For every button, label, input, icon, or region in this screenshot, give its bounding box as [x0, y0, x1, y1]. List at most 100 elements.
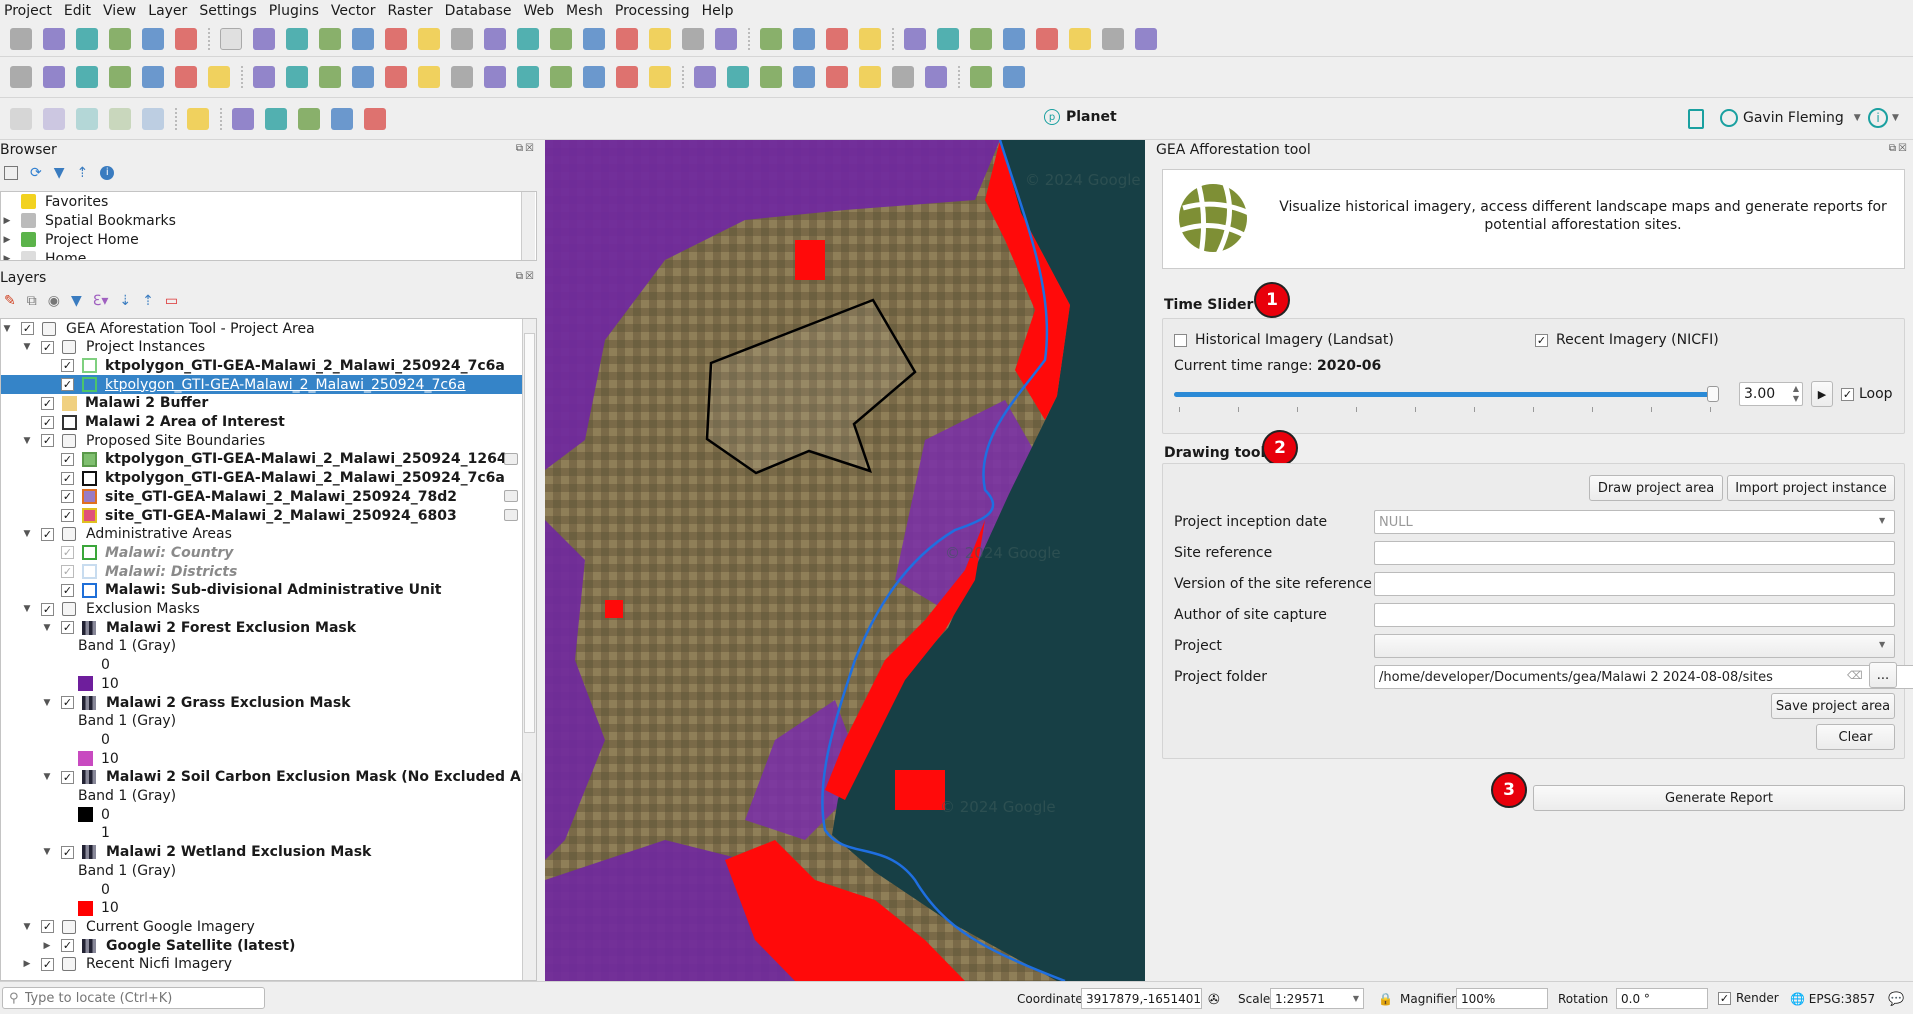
cut-icon[interactable] [517, 66, 539, 88]
paste-icon[interactable] [583, 66, 605, 88]
zoom-next-icon[interactable] [517, 27, 539, 50]
save-project-area-button[interactable]: Save project area [1771, 693, 1895, 719]
menu-mesh[interactable]: Mesh [566, 3, 603, 19]
filter-expression-icon[interactable]: ℇ▾ [93, 293, 109, 309]
checkbox-box[interactable]: ✓ [1841, 387, 1854, 401]
collapse-arrow-icon[interactable]: ▼ [21, 342, 33, 352]
show-bookmarks-icon[interactable] [649, 27, 671, 50]
layer-visibility-checkbox[interactable]: ✓ [61, 471, 74, 485]
advanced-digitize-1-icon[interactable] [10, 107, 32, 130]
time-slider[interactable] [1174, 385, 1719, 412]
change-label-icon[interactable] [892, 66, 914, 88]
show-hide-labels-icon[interactable] [925, 66, 947, 88]
rotation-spinbox[interactable]: 0.0 ° [1616, 988, 1708, 1009]
layer-tree-item[interactable]: ✓ ktpolygon_GTI-GEA-Malawi_2_Malawi_25092… [1, 450, 522, 469]
properties-info-icon[interactable]: i [100, 166, 115, 180]
legend-item[interactable]: 10 [1, 899, 522, 918]
layer-visibility-checkbox[interactable]: ✓ [61, 452, 74, 466]
clear-button[interactable]: Clear [1816, 724, 1895, 750]
browser-item[interactable]: Favorites [1, 192, 108, 211]
filter-icon[interactable]: ▼ [54, 166, 65, 180]
layer-visibility-checkbox[interactable]: ✓ [61, 939, 74, 953]
version-of-the-site-reference-input[interactable] [1374, 572, 1895, 596]
save-project-icon[interactable] [76, 27, 98, 50]
layer-visibility-checkbox[interactable]: ✓ [61, 770, 74, 784]
layer-visibility-checkbox[interactable]: ✓ [21, 322, 34, 335]
layer-visibility-checkbox[interactable]: ✓ [41, 920, 54, 934]
new-project-icon[interactable] [10, 27, 32, 50]
legend-item[interactable]: 10 [1, 674, 522, 693]
select-by-location-icon[interactable] [859, 27, 881, 50]
new-bookmark-icon[interactable] [616, 27, 638, 50]
draw-project-area-button[interactable]: Draw project area [1589, 475, 1723, 501]
layer-visibility-checkbox[interactable]: ✓ [41, 396, 54, 410]
layer-tree-item[interactable]: ✓ ktpolygon_GTI-GEA-Malawi_2_Malawi_25092… [1, 356, 522, 375]
layer-tree-item[interactable]: ✓ Malawi: Districts [1, 562, 522, 581]
expand-all-icon[interactable]: ⇣ [119, 293, 131, 309]
location-icon[interactable] [331, 107, 353, 130]
layer-tree-item[interactable]: ▼ ✓ Administrative Areas [1, 525, 522, 544]
layer-visibility-checkbox[interactable]: ✓ [61, 509, 74, 522]
menu-processing[interactable]: Processing [615, 3, 690, 19]
clear-text-icon[interactable]: ⌫ [1847, 669, 1863, 682]
browser-scrollbar[interactable] [521, 192, 535, 260]
browser-item[interactable]: ▶ Spatial Bookmarks [1, 211, 176, 230]
slider-handle[interactable] [1707, 386, 1719, 402]
refresh-icon[interactable]: ⟳ [30, 166, 42, 180]
collapse-arrow-icon[interactable]: ▼ [41, 772, 53, 782]
legend-item[interactable]: 0 [1, 730, 522, 749]
legend-item[interactable]: 0 [1, 805, 522, 824]
layer-tree-item[interactable]: ✓ site_GTI-GEA-Malawi_2_Malawi_250924_78d… [1, 487, 522, 506]
collapse-all-icon[interactable]: ⇡ [77, 166, 89, 180]
layer-visibility-checkbox[interactable]: ✓ [41, 340, 54, 354]
layers-scrollbar[interactable] [522, 319, 536, 980]
gea-logo-icon[interactable] [232, 107, 254, 130]
layer-visibility-checkbox[interactable]: ✓ [41, 527, 54, 541]
select-features-icon[interactable] [760, 27, 782, 50]
add-polygon-icon[interactable] [385, 66, 407, 88]
menu-view[interactable]: View [103, 3, 136, 19]
play-button[interactable]: ▶ [1811, 381, 1833, 407]
collapse-arrow-icon[interactable]: ▼ [41, 698, 53, 708]
digitize-icon[interactable] [352, 66, 374, 88]
coordinate-field[interactable]: 3917879,-1651401 [1081, 988, 1202, 1009]
legend-item[interactable]: 0 [1, 656, 522, 675]
advanced-digitize-4-icon[interactable] [109, 107, 131, 130]
move-label-icon[interactable] [826, 66, 848, 88]
locator-search[interactable]: ⚲ [2, 987, 265, 1009]
select-by-value-icon[interactable] [793, 27, 815, 50]
menu-plugins[interactable]: Plugins [269, 3, 319, 19]
historical-imagery-checkbox[interactable]: Historical Imagery (Landsat) [1174, 332, 1394, 348]
collapse-arrow-icon[interactable]: ▼ [21, 436, 33, 446]
new-shapefile-icon[interactable] [76, 66, 98, 88]
satellite-icon[interactable] [364, 107, 386, 130]
layer-visibility-checkbox[interactable]: ✓ [61, 845, 74, 859]
new-spatialite-icon[interactable] [109, 66, 131, 88]
label-tool-icon[interactable] [694, 66, 716, 88]
planet-info-menu[interactable]: i ▼ [1868, 108, 1899, 128]
locator-icon[interactable] [1135, 27, 1157, 50]
undo-icon[interactable] [616, 66, 638, 88]
new-mesh-icon[interactable] [175, 66, 197, 88]
menu-layer[interactable]: Layer [148, 3, 187, 19]
measure-icon[interactable] [1069, 27, 1091, 50]
legend-item[interactable]: Band 1 (Gray) [1, 712, 522, 731]
map-layers-icon[interactable] [298, 107, 320, 130]
style-manager-icon[interactable] [175, 27, 197, 50]
field-calculator-icon[interactable] [1036, 27, 1058, 50]
legend-item[interactable]: Band 1 (Gray) [1, 637, 522, 656]
new-gpx-icon[interactable] [208, 66, 230, 88]
layer-visibility-checkbox[interactable]: ✓ [61, 696, 74, 709]
new-geopackage-icon[interactable] [43, 66, 65, 88]
chevron-down-icon[interactable]: ▼ [1879, 640, 1885, 649]
toggle-editing-icon[interactable] [286, 66, 308, 88]
recent-imagery-checkbox[interactable]: ✓ Recent Imagery (NICFI) [1535, 332, 1719, 348]
new-print-layout-icon[interactable] [109, 27, 131, 50]
copy-icon[interactable] [550, 66, 572, 88]
new-virtual-icon[interactable] [142, 66, 164, 88]
browser-item[interactable]: ▶ Project Home [1, 230, 139, 249]
author-of-site-capture-input[interactable] [1374, 603, 1895, 627]
statistics-sum-icon[interactable] [1003, 27, 1025, 50]
messages-icon[interactable]: 💬 [1888, 992, 1904, 1007]
layer-visibility-checkbox[interactable]: ✓ [61, 378, 74, 392]
